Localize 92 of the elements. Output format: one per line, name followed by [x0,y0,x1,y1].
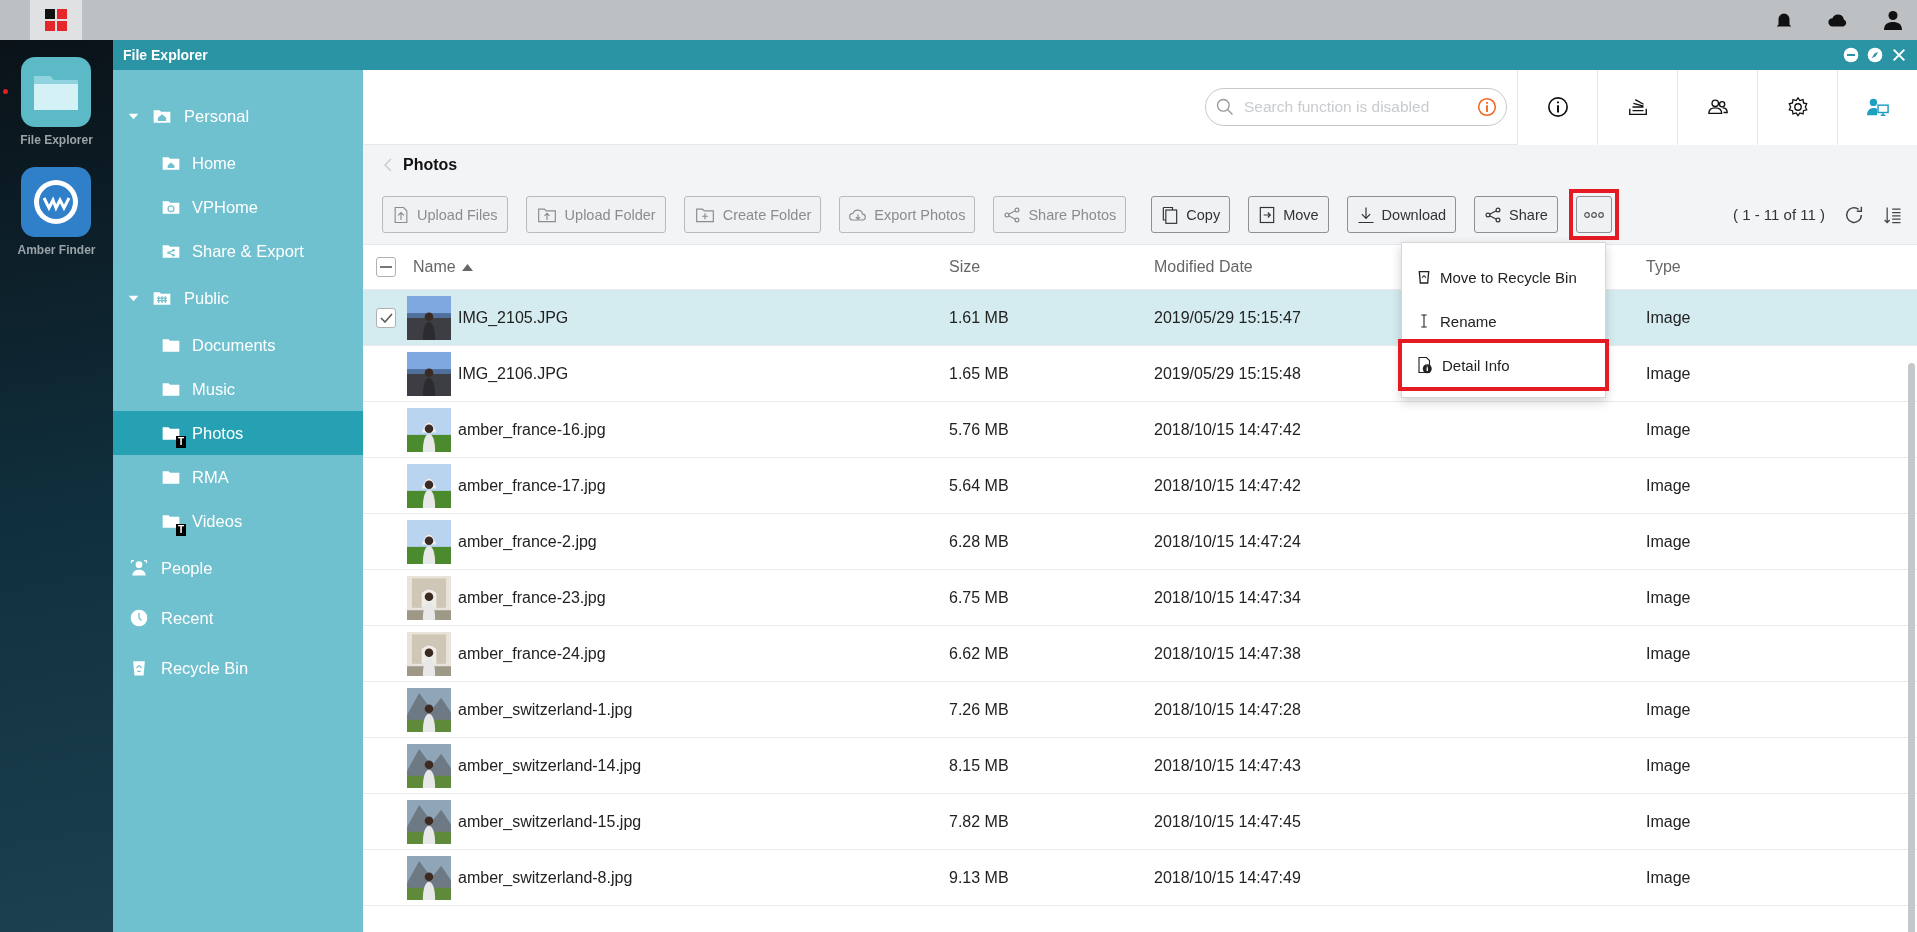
grid-logo-icon [45,9,67,31]
file-type: Image [1646,532,1691,551]
menu-item[interactable]: Detail Info [1402,343,1605,387]
file-type: Image [1646,308,1691,327]
more-button[interactable] [1575,196,1612,233]
modified-date: 2018/10/15 14:47:42 [1154,420,1301,439]
modified-date: 2018/10/15 14:47:42 [1154,476,1301,495]
scrollbar[interactable] [1908,363,1915,932]
restore-icon[interactable] [1867,47,1883,63]
modified-date: 2018/10/15 14:47:28 [1154,700,1301,719]
modified-date: 2018/10/15 14:47:49 [1154,868,1301,887]
user-icon[interactable] [1881,8,1905,32]
file-size: 5.76 MB [949,420,1009,439]
file-name: amber_france-23.jpg [458,588,606,607]
row-checkbox[interactable] [376,307,396,328]
column-header[interactable]: Type [1646,258,1681,276]
file-name: amber_switzerland-14.jpg [458,756,642,775]
modified-date: 2018/10/15 14:47:45 [1154,812,1301,831]
folder-title: Photos [403,156,458,174]
file-size: 6.75 MB [949,588,1009,607]
modified-date: 2018/10/15 14:47:43 [1154,756,1301,775]
column-header[interactable]: Size [949,258,981,276]
file-name: amber_switzerland-8.jpg [458,868,633,887]
dash-icon [380,266,392,268]
file-name: amber_france-24.jpg [458,644,606,663]
sort-up-icon [461,263,473,271]
modified-date: 2018/10/15 14:47:34 [1154,588,1301,607]
file-type: Image [1646,644,1691,663]
file-size: 7.82 MB [949,812,1009,831]
info-button[interactable] [1517,69,1597,145]
file-name: IMG_2106.JPG [458,364,569,383]
file-type: Image [1646,420,1691,439]
window-title: File Explorer [123,47,208,63]
file-size: 5.64 MB [949,476,1009,495]
file-size: 6.28 MB [949,532,1009,551]
search-icon [1215,97,1235,117]
recycle-bin-icon [1416,269,1432,285]
more-icon [1582,210,1605,219]
file-info-icon [1416,356,1434,374]
toolbar-button[interactable]: Copy [1151,196,1231,233]
settings-button[interactable] [1757,69,1837,145]
select-all-checkbox[interactable] [376,257,396,277]
start-button[interactable] [30,0,82,40]
stack-button[interactable] [1597,69,1677,145]
check-icon [379,312,393,323]
stack-icon [1626,96,1649,118]
app-label: File Explorer [20,133,93,147]
file-size: 1.65 MB [949,364,1009,383]
badge: T [175,524,186,536]
app-icon[interactable] [21,167,92,237]
sidebar-item[interactable]: T Photos [113,411,363,455]
file-name: amber_switzerland-15.jpg [458,812,642,831]
file-type: Image [1646,364,1691,383]
file-type: Image [1646,812,1691,831]
modified-date: 2018/10/15 14:47:38 [1154,644,1301,663]
modified-date: 2019/05/29 15:15:48 [1154,364,1301,383]
file-name: amber_france-16.jpg [458,420,606,439]
file-name: amber_france-17.jpg [458,476,606,495]
file-size: 8.15 MB [949,756,1009,775]
file-type: Image [1646,588,1691,607]
pagination-text: ( 1 - 11 of 11 ) [1733,206,1825,223]
minimize-icon[interactable] [1843,47,1859,63]
file-type: Image [1646,700,1691,719]
close-icon[interactable] [1891,47,1907,63]
info-icon [1546,96,1569,118]
modified-date: 2019/05/29 15:15:47 [1154,308,1301,327]
remote-user-button[interactable] [1837,69,1917,145]
column-header[interactable]: Name [413,258,473,276]
file-type: Image [1646,868,1691,887]
user-monitor-icon [1865,96,1890,118]
sidebar-item[interactable]: T Videos [113,499,363,543]
file-size: 1.61 MB [949,308,1009,327]
file-name: IMG_2105.JPG [458,308,569,327]
modified-date: 2018/10/15 14:47:24 [1154,532,1301,551]
file-size: 6.62 MB [949,644,1009,663]
badge: T [175,436,186,448]
app-label: Amber Finder [17,243,96,257]
app-icon[interactable] [21,57,92,127]
file-name: amber_switzerland-1.jpg [458,700,633,719]
column-header[interactable]: Modified Date [1154,258,1253,276]
toolbar-button[interactable]: Move [1248,196,1329,233]
menu-item[interactable]: Rename [1402,299,1605,343]
file-size: 9.13 MB [949,868,1009,887]
file-size: 7.26 MB [949,700,1009,719]
settings-icon [1786,96,1809,118]
info-icon [1477,97,1497,117]
file-name: amber_france-2.jpg [458,532,597,551]
file-type: Image [1646,476,1691,495]
toolbar-button[interactable]: Download [1346,196,1457,233]
file-type: Image [1646,756,1691,775]
toolbar-button[interactable]: Share [1474,196,1558,233]
users-button[interactable] [1677,69,1757,145]
